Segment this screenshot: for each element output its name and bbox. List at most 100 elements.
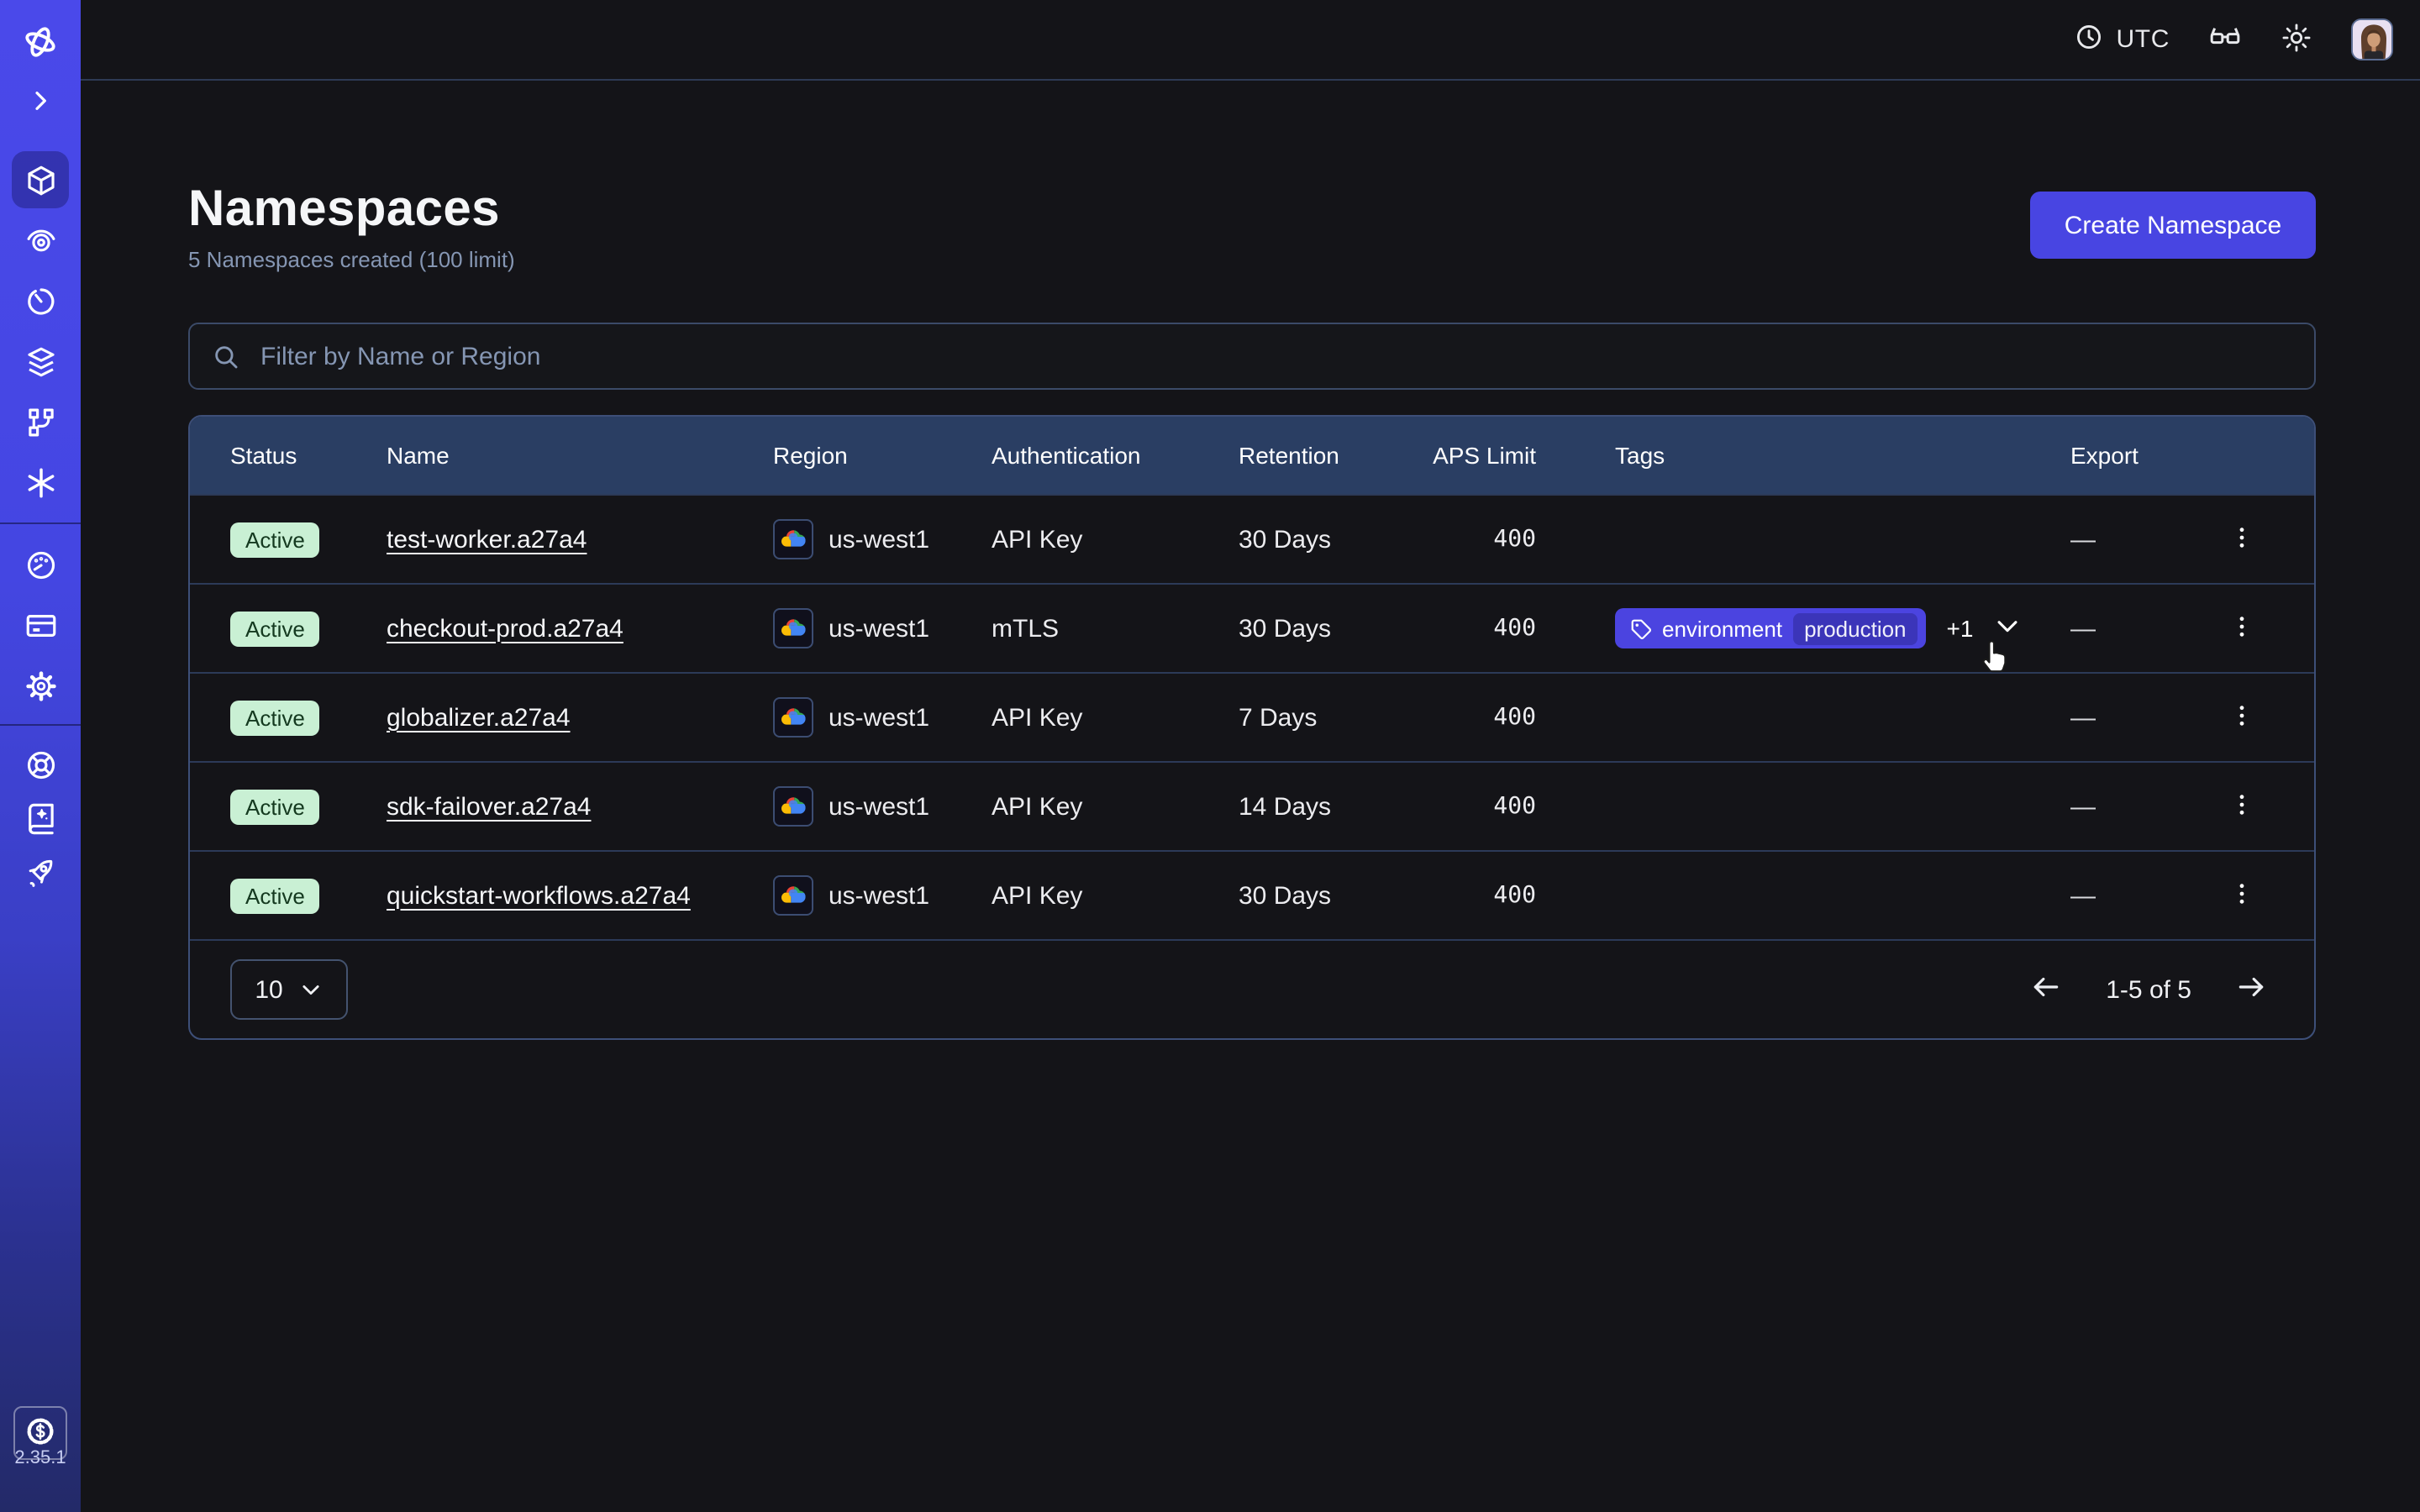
retention-value: 30 Days xyxy=(1239,852,1331,939)
kebab-icon xyxy=(2228,612,2255,644)
export-value: — xyxy=(2070,852,2096,939)
aps-limit-value: 400 xyxy=(1366,585,1536,672)
namespace-link[interactable]: sdk-failover.a27a4 xyxy=(387,792,592,821)
theme-toggle-button[interactable] xyxy=(2281,21,2312,58)
layers-icon xyxy=(23,344,58,379)
row-menu-button[interactable] xyxy=(2222,873,2262,918)
namespace-link[interactable]: checkout-prod.a27a4 xyxy=(387,614,623,643)
previous-page-button[interactable] xyxy=(2030,971,2062,1008)
gcp-region-icon xyxy=(773,786,813,827)
page-size-select[interactable]: 10 xyxy=(230,959,348,1020)
topbar: UTC xyxy=(81,0,2420,81)
kebab-icon xyxy=(2228,701,2255,733)
row-menu-button[interactable] xyxy=(2222,606,2262,651)
retention-value: 14 Days xyxy=(1239,763,1331,850)
aps-limit-value: 400 xyxy=(1366,496,1536,583)
page-header: Namespaces 5 Namespaces created (100 lim… xyxy=(188,178,515,272)
export-value: — xyxy=(2070,496,2096,583)
tag-pill[interactable]: environment production xyxy=(1615,608,1927,648)
sidebar-item-docs[interactable] xyxy=(12,790,69,847)
user-avatar[interactable] xyxy=(2351,18,2393,60)
sidebar-expand-button[interactable] xyxy=(12,72,69,129)
gear-icon xyxy=(23,668,58,703)
sun-icon xyxy=(2281,21,2312,58)
tag-key: environment xyxy=(1662,616,1782,641)
tag-icon xyxy=(1630,617,1652,639)
sidebar-divider xyxy=(0,724,81,726)
app-window: 2.35.1 UTC xyxy=(0,0,2420,1512)
status-badge: Active xyxy=(230,789,320,824)
table-header: Status Name Region Authentication Retent… xyxy=(190,417,2314,494)
tags-cell: environment production +1 xyxy=(1615,585,2022,672)
tags-expand-button[interactable] xyxy=(1993,612,2022,645)
tag-value: production xyxy=(1792,612,1918,644)
retention-value: 30 Days xyxy=(1239,585,1331,672)
sidebar-item-settings[interactable] xyxy=(12,657,69,714)
namespace-link[interactable]: globalizer.a27a4 xyxy=(387,703,571,732)
auth-value: API Key xyxy=(992,852,1082,939)
gcp-region-icon xyxy=(773,875,813,916)
reader-mode-button[interactable] xyxy=(2208,20,2242,59)
row-menu-button[interactable] xyxy=(2222,517,2262,562)
sidebar: 2.35.1 xyxy=(0,0,81,1512)
region-label: us-west1 xyxy=(829,614,929,643)
table-row: Active test-worker.a27a4 us-west1 API Ke… xyxy=(190,494,2314,583)
namespace-link[interactable]: test-worker.a27a4 xyxy=(387,525,587,554)
table-row: Active globalizer.a27a4 us-west1 API Key… xyxy=(190,672,2314,761)
auth-value: mTLS xyxy=(992,585,1059,672)
filter-bar xyxy=(188,323,2316,390)
export-value: — xyxy=(2070,763,2096,850)
row-menu-button[interactable] xyxy=(2222,695,2262,740)
column-header-tags: Tags xyxy=(1615,417,1665,494)
table-row: Active sdk-failover.a27a4 us-west1 API K… xyxy=(190,761,2314,850)
page-title: Namespaces xyxy=(188,178,515,242)
kebab-icon xyxy=(2228,790,2255,822)
rocket-icon xyxy=(23,854,58,890)
region-label: us-west1 xyxy=(829,525,929,554)
page-size-value: 10 xyxy=(255,975,282,1004)
sidebar-item-usage[interactable] xyxy=(12,536,69,593)
aps-limit-value: 400 xyxy=(1366,674,1536,761)
badge-dollar-icon xyxy=(24,1414,57,1452)
namespace-link[interactable]: quickstart-workflows.a27a4 xyxy=(387,881,691,910)
sidebar-item-getting-started[interactable] xyxy=(12,843,69,900)
book-sparkle-icon xyxy=(23,801,58,836)
row-menu-button[interactable] xyxy=(2222,784,2262,829)
sidebar-divider xyxy=(0,522,81,524)
cube-icon xyxy=(23,162,58,197)
sidebar-item-nexus[interactable] xyxy=(12,454,69,511)
export-value: — xyxy=(2070,585,2096,672)
page-subtitle: 5 Namespaces created (100 limit) xyxy=(188,247,515,272)
region-label: us-west1 xyxy=(829,703,929,732)
sidebar-item-deployments[interactable] xyxy=(12,333,69,390)
sidebar-item-billing[interactable] xyxy=(12,596,69,654)
life-ring-icon xyxy=(23,747,58,782)
retention-value: 7 Days xyxy=(1239,674,1317,761)
glasses-icon xyxy=(2208,20,2242,59)
table-row: Active quickstart-workflows.a27a4 us-wes… xyxy=(190,850,2314,939)
export-value: — xyxy=(2070,674,2096,761)
next-page-button[interactable] xyxy=(2235,971,2267,1008)
auth-value: API Key xyxy=(992,496,1082,583)
sidebar-item-versioning[interactable] xyxy=(12,393,69,450)
countdown-timer-icon xyxy=(23,283,58,318)
create-namespace-button[interactable]: Create Namespace xyxy=(2030,192,2316,259)
credit-card-icon xyxy=(23,607,58,643)
table-row: Active checkout-prod.a27a4 us-west1 mTLS… xyxy=(190,583,2314,672)
retention-value: 30 Days xyxy=(1239,496,1331,583)
timezone-label: UTC xyxy=(2117,25,2170,54)
timezone-button[interactable]: UTC xyxy=(2075,22,2170,57)
sidebar-item-insights[interactable] xyxy=(12,212,69,269)
status-badge: Active xyxy=(230,878,320,913)
asterisk-icon xyxy=(23,465,58,500)
filter-input[interactable] xyxy=(257,340,2292,372)
temporal-logo-icon[interactable] xyxy=(12,13,69,71)
sidebar-item-support[interactable] xyxy=(12,736,69,793)
region-label: us-west1 xyxy=(829,792,929,821)
status-badge: Active xyxy=(230,700,320,735)
aps-limit-value: 400 xyxy=(1366,763,1536,850)
column-header-export: Export xyxy=(2070,417,2139,494)
sidebar-item-schedules[interactable] xyxy=(12,272,69,329)
sidebar-item-namespaces[interactable] xyxy=(12,151,69,208)
column-header-aps-limit: APS Limit xyxy=(1366,417,1536,494)
